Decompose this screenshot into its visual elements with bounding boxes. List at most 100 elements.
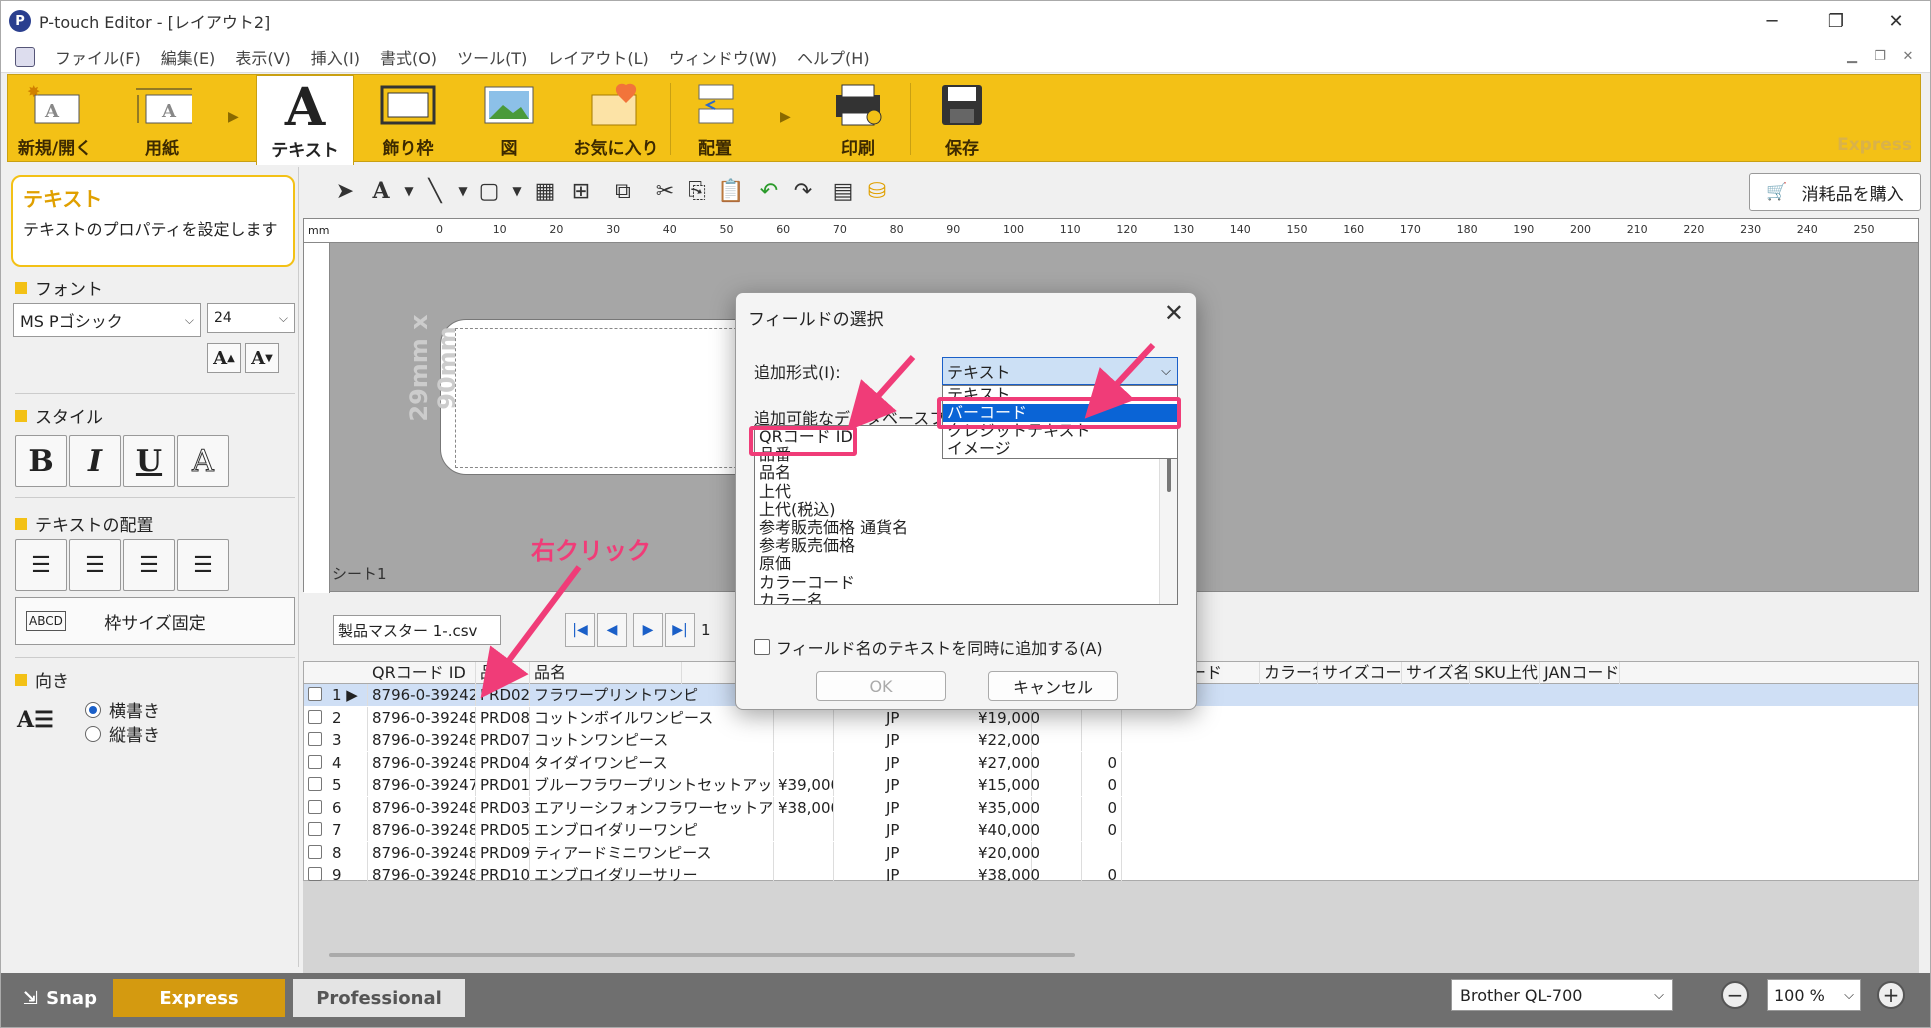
field-list-item[interactable]: 品名 <box>759 464 791 482</box>
underline-button[interactable]: U <box>123 435 175 487</box>
ribbon-text-button[interactable]: A テキスト <box>256 75 354 165</box>
menu-edit[interactable]: 編集(E) <box>161 45 216 69</box>
ribbon-save-button[interactable]: 保存 <box>916 75 1008 163</box>
ribbon-paper-button[interactable]: A 用紙 <box>114 75 210 163</box>
printer-select[interactable]: Brother QL-700 ⌵ <box>1451 979 1673 1011</box>
ribbon-new-open-button[interactable]: A ✸ 新規/開く <box>12 75 98 163</box>
fix-frame-size-button[interactable]: ABCD 枠サイズ固定 <box>15 597 295 645</box>
arrange-tool-icon[interactable]: ⧉ <box>607 175 639 207</box>
buy-supplies-button[interactable]: 🛒 消耗品を購入 <box>1749 173 1921 211</box>
grid-column-header[interactable]: JANコード <box>1540 662 1620 684</box>
vertical-radio[interactable]: 縦書き <box>85 721 160 746</box>
horizontal-scrollbar[interactable] <box>329 953 1075 957</box>
zoom-in-button[interactable]: + <box>1877 981 1905 1009</box>
select-cursor-icon[interactable]: ➤ <box>329 175 361 207</box>
menu-window[interactable]: ウィンドウ(W) <box>669 45 777 69</box>
menu-view[interactable]: 表示(V) <box>235 45 290 69</box>
field-list-item[interactable]: 参考販売価格 <box>759 537 855 555</box>
row-checkbox[interactable] <box>308 709 322 724</box>
sheet-tab[interactable]: シート1 <box>332 563 387 584</box>
grid-column-header[interactable]: 品番 <box>476 662 530 684</box>
redo-icon[interactable]: ↷ <box>787 175 819 207</box>
document-icon[interactable] <box>15 46 35 67</box>
zoom-select[interactable]: 100 % ⌵ <box>1767 979 1861 1011</box>
font-grow-button[interactable]: A ▲ <box>207 343 241 373</box>
format-option[interactable]: イメージ <box>943 440 1177 458</box>
field-list-item[interactable]: 原価 <box>759 555 791 573</box>
row-checkbox[interactable] <box>308 867 322 881</box>
next-record-button[interactable]: ▶ <box>633 613 663 647</box>
align-justify-button[interactable]: ☰ <box>177 539 229 591</box>
database-icon[interactable]: ⛁ <box>861 175 893 207</box>
undo-icon[interactable]: ↶ <box>753 175 785 207</box>
ribbon-arrange-button[interactable]: 配置 <box>676 75 754 163</box>
row-checkbox[interactable] <box>308 799 322 814</box>
close-button[interactable]: ✕ <box>1861 1 1930 41</box>
italic-button[interactable]: I <box>69 435 121 487</box>
align-center-button[interactable]: ☰ <box>69 539 121 591</box>
cut-icon[interactable]: ✂ <box>649 175 681 207</box>
grid-column-header[interactable]: SKU上代 <box>1470 662 1540 684</box>
bold-button[interactable]: B <box>15 435 67 487</box>
field-list-item[interactable]: 参考販売価格 通貨名 <box>759 519 908 537</box>
ok-button[interactable]: OK <box>816 671 946 701</box>
row-checkbox[interactable] <box>308 732 322 746</box>
doc-close-button[interactable]: ✕ <box>1895 45 1921 67</box>
dialog-close-button[interactable]: ✕ <box>1164 299 1184 327</box>
grid-column-header[interactable]: QRコード ID <box>368 662 476 684</box>
ribbon-frame-button[interactable]: 飾り枠 <box>360 75 456 163</box>
doc-restore-button[interactable]: ❐ <box>1867 45 1893 67</box>
row-checkbox[interactable] <box>308 844 322 859</box>
menu-file[interactable]: ファイル(F) <box>55 45 141 69</box>
row-checkbox[interactable] <box>308 754 322 769</box>
grid-column-header[interactable]: サイズコード <box>1318 662 1402 684</box>
table-row[interactable]: 88796-0-392485PRD09ティアードミニワンピースJP¥20,000 <box>304 841 1918 864</box>
field-list-item[interactable]: カラー名 <box>759 591 823 604</box>
ribbon-favorites-button[interactable]: お気に入り <box>564 75 668 163</box>
minimize-button[interactable]: ─ <box>1737 1 1807 41</box>
outline-button[interactable]: A <box>177 435 229 487</box>
table-row[interactable]: 78796-0-392482PRD05エンブロイダリーワンピJP¥40,0000 <box>304 819 1918 841</box>
align-left-button[interactable]: ☰ <box>15 539 67 591</box>
menu-layout[interactable]: レイアウト(L) <box>547 45 648 69</box>
grid-column-header[interactable]: サイズ名 <box>1402 662 1470 684</box>
row-checkbox[interactable] <box>308 777 322 791</box>
properties-icon[interactable]: ▤ <box>827 175 859 207</box>
table-row[interactable]: 38796-0-392483PRD07コットンワンピースJP¥22,000 <box>304 729 1918 751</box>
zoom-out-button[interactable]: − <box>1721 981 1749 1009</box>
menu-tools[interactable]: ツール(T) <box>457 45 527 69</box>
paste-icon[interactable]: 📋 <box>715 175 747 207</box>
table-row[interactable]: 68796-0-392480PRD03エアリーシフォンフラワーセットアップ¥38… <box>304 796 1918 819</box>
grid-column-header[interactable] <box>682 662 736 684</box>
professional-mode-button[interactable]: Professional <box>293 979 465 1017</box>
label-preview[interactable]: 29mm x 90mm <box>405 314 780 475</box>
express-mode-button[interactable]: Express <box>113 979 285 1017</box>
add-field-name-checkbox[interactable]: フィールド名のテキストを同時に追加する(A) <box>754 635 1103 659</box>
snap-mode-button[interactable]: ⇲ Snap <box>15 979 105 1017</box>
font-size-select[interactable]: 24 ⌵ <box>207 303 295 333</box>
grid-column-header[interactable]: カラー名 <box>1260 662 1318 684</box>
font-shrink-button[interactable]: A ▼ <box>245 343 279 373</box>
field-list-item[interactable]: 上代(税込) <box>759 500 836 519</box>
menu-insert[interactable]: 挿入(I) <box>311 45 360 69</box>
doc-minimize-button[interactable]: ▁ <box>1839 45 1865 67</box>
align-right-button[interactable]: ☰ <box>123 539 175 591</box>
table-tool-icon[interactable]: ▦ <box>529 175 561 207</box>
table-row[interactable]: 48796-0-392481PRD04タイダイワンピースJP¥27,0000 <box>304 751 1918 774</box>
menu-format[interactable]: 書式(O) <box>380 45 437 69</box>
field-list-item[interactable]: カラーコード <box>759 573 855 592</box>
ribbon-image-button[interactable]: 図 <box>464 75 554 163</box>
cancel-button[interactable]: キャンセル <box>988 671 1118 701</box>
ribbon-print-button[interactable]: 印刷 <box>810 75 906 163</box>
grid-column-header[interactable]: 品名 <box>530 662 682 684</box>
first-record-button[interactable]: |◀ <box>565 613 595 647</box>
database-tool-icon[interactable]: ⊞ <box>565 175 597 207</box>
prev-record-button[interactable]: ◀ <box>597 613 627 647</box>
row-checkbox[interactable] <box>308 822 322 836</box>
horizontal-radio[interactable]: 横書き <box>85 697 160 722</box>
field-list-item[interactable]: 上代 <box>759 482 791 501</box>
last-record-button[interactable]: ▶| <box>665 613 695 647</box>
font-name-select[interactable]: MS Pゴシック ⌵ <box>13 303 201 337</box>
row-checkbox[interactable] <box>308 687 322 701</box>
table-row[interactable]: 58796-0-392479PRD01ブルーフラワープリントセットアップ¥39,… <box>304 774 1918 796</box>
